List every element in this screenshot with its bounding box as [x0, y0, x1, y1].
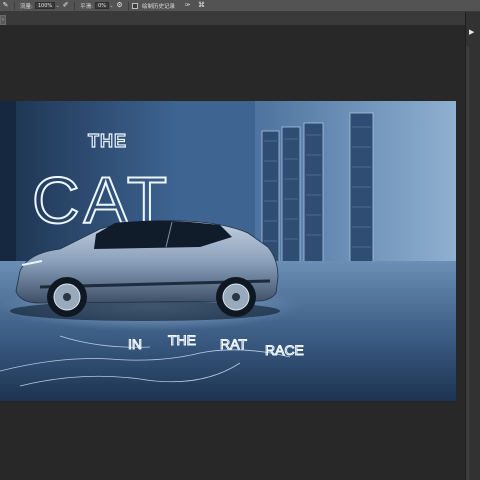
separator	[74, 1, 76, 10]
neon-word-the: THE	[168, 332, 196, 348]
gear-icon[interactable]: ⚙	[115, 1, 124, 10]
neon-word-in: IN	[128, 336, 142, 352]
smooth-label: 平滑:	[80, 3, 94, 10]
panel-expand-icon[interactable]: ▶	[469, 28, 474, 36]
neon-word-race: RACE	[265, 342, 304, 358]
photoshop-window: ✎ 流量: 100% ⌄ ✐ 平滑: 0% ⌄ ⚙ 绘制历史记录 ✑ ⌘ › T…	[0, 0, 480, 480]
separator	[14, 1, 15, 10]
smooth-field[interactable]: 0%	[95, 2, 110, 9]
chevron-down-icon[interactable]: ⌄	[55, 3, 60, 9]
pressure-icon[interactable]: ✑	[183, 1, 192, 10]
car-ad-artwork: THE CAT IN THE RAT RACE	[0, 101, 456, 401]
separator	[128, 1, 130, 10]
collapsed-panel-dock: ▶	[465, 12, 480, 480]
brush-icon[interactable]: ✎	[1, 1, 10, 10]
neon-word-rat: RAT	[220, 336, 247, 352]
flow-label: 流量:	[20, 3, 33, 10]
document-tab-strip: ›	[0, 12, 465, 26]
history-label: 绘制历史记录	[142, 3, 176, 10]
document-canvas-image[interactable]: THE CAT IN THE RAT RACE	[0, 101, 456, 401]
panel-scrollbar[interactable]	[466, 46, 469, 480]
flow-field[interactable]: 100%	[34, 2, 56, 9]
history-checkbox[interactable]	[132, 2, 139, 9]
chevron-down-icon[interactable]: ⌄	[109, 3, 114, 9]
server-racks	[261, 112, 374, 280]
tool-options-bar: ✎ 流量: 100% ⌄ ✐ 平滑: 0% ⌄ ⚙ 绘制历史记录 ✑ ⌘	[0, 0, 480, 12]
symmetry-icon[interactable]: ⌘	[197, 1, 206, 10]
document-tab[interactable]: ›	[0, 15, 6, 25]
airbrush-icon[interactable]: ✐	[61, 1, 70, 10]
headline-the: THE	[88, 131, 127, 151]
